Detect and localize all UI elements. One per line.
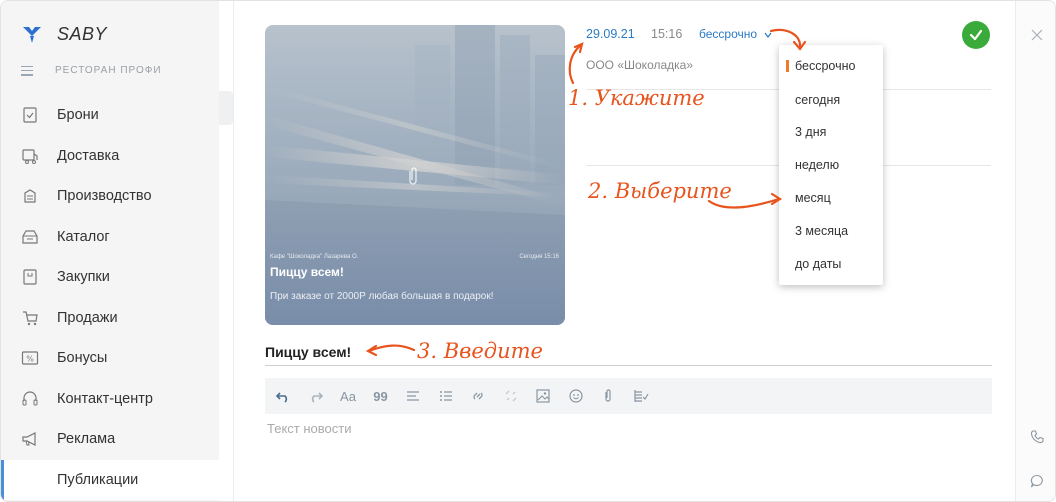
reservation-icon [21, 106, 39, 124]
sales-icon [21, 309, 39, 327]
sidebar-item-catalog[interactable]: Каталог [1, 217, 219, 258]
close-icon[interactable] [1025, 23, 1049, 47]
sidebar-item-label: Доставка [57, 147, 120, 164]
image-icon[interactable] [531, 384, 555, 408]
arrow-step-1 [568, 43, 583, 85]
news-title-input[interactable]: Пиццу всем! [265, 344, 351, 360]
chat-icon[interactable] [1025, 469, 1049, 493]
sidebar-item-reservations[interactable]: Брони [1, 95, 219, 136]
sidebar-item-delivery[interactable]: Доставка [1, 136, 219, 177]
contact-center-icon [21, 390, 39, 408]
annotation-step-1: 1. Укажите [568, 86, 705, 110]
sidebar-item-label: Закупки [57, 269, 110, 286]
sidebar-item-label: Публикации [57, 471, 139, 488]
term-dropdown: бессрочно сегодня 3 дня неделю месяц 3 м… [779, 45, 883, 285]
sidebar-item-label: Бонусы [57, 350, 108, 367]
sidebar-item-publications[interactable]: Публикации [1, 459, 219, 500]
production-icon [21, 187, 39, 205]
card-time: Сегодня 15:16 [519, 254, 559, 260]
editor-toolbar: Aa 99 [265, 378, 992, 414]
term-option[interactable]: до даты [779, 249, 883, 279]
term-option[interactable]: 3 дня [779, 117, 883, 147]
term-selector[interactable]: бессрочно [699, 27, 757, 41]
align-icon[interactable] [401, 384, 425, 408]
right-rail [1015, 1, 1055, 501]
sidebar-item-label: Каталог [57, 228, 110, 245]
svg-text:%: % [26, 355, 34, 364]
term-option[interactable]: месяц [779, 183, 883, 213]
sidebar-nav: Брони Доставка Производство Каталог Заку… [1, 95, 219, 500]
card-meta: Кафе "Шоколадка" Лазарева О. Сегодня 15:… [270, 254, 559, 260]
title-underline [265, 365, 992, 366]
arrow-step-3-head [365, 344, 378, 357]
font-size-button[interactable]: Aa [336, 384, 360, 408]
saby-logo-icon [23, 27, 41, 43]
attachment-icon[interactable] [596, 384, 620, 408]
publish-button[interactable] [962, 21, 990, 49]
checkmark-icon [969, 29, 983, 41]
sidebar-item-contact-center[interactable]: Контакт-центр [1, 379, 219, 420]
phone-icon[interactable] [1025, 425, 1049, 449]
list-icon[interactable] [434, 384, 458, 408]
purchases-icon [21, 268, 39, 286]
panel-tab [219, 91, 233, 125]
term-option[interactable]: неделю [779, 150, 883, 180]
arrow-step-1-head [573, 42, 584, 54]
sidebar-item-purchases[interactable]: Закупки [1, 257, 219, 298]
chevron-down-icon[interactable] [764, 31, 772, 39]
app-name: SABY [57, 23, 108, 44]
app-window: SABY РЕСТОРАН ПРОФИ Брони Доставка Произ… [0, 0, 1056, 502]
annotation-step-2: 2. Выберите [588, 179, 732, 203]
annotation-step-3: 3. Введите [417, 339, 543, 363]
card-text: При заказе от 2000Р любая большая в пода… [270, 291, 494, 302]
quote-button[interactable]: 99 [369, 384, 393, 408]
sidebar-item-production[interactable]: Производство [1, 176, 219, 217]
card-title: Пиццу всем! [270, 265, 344, 279]
delivery-icon [21, 147, 39, 165]
term-option[interactable]: бессрочно [779, 51, 883, 81]
bonus-icon: % [21, 349, 39, 367]
publish-date[interactable]: 29.09.21 [586, 27, 635, 41]
undo-icon[interactable] [271, 384, 295, 408]
company-name: ООО «Шоколадка» [586, 58, 694, 72]
sidebar-item-label: Реклама [57, 431, 116, 448]
sidebar-item-bonus[interactable]: % Бонусы [1, 338, 219, 379]
catalog-icon [21, 228, 39, 246]
card-author: Кафе "Шоколадка" Лазарева О. [270, 254, 359, 260]
sidebar-item-sales[interactable]: Продажи [1, 298, 219, 339]
sidebar: SABY РЕСТОРАН ПРОФИ Брони Доставка Произ… [1, 1, 219, 501]
sidebar-item-label: Производство [57, 188, 152, 205]
publish-time[interactable]: 15:16 [651, 27, 682, 41]
arrow-step-3 [367, 344, 416, 353]
redo-icon[interactable] [304, 384, 328, 408]
advertising-icon [21, 430, 39, 448]
org-name: РЕСТОРАН ПРОФИ [55, 65, 162, 76]
unlink-icon[interactable] [499, 384, 523, 408]
org-switcher[interactable]: РЕСТОРАН ПРОФИ [21, 65, 162, 76]
menu-icon[interactable] [21, 65, 33, 76]
checklist-icon[interactable] [629, 384, 653, 408]
term-option[interactable]: сегодня [779, 85, 883, 115]
logo[interactable]: SABY [21, 23, 107, 45]
sidebar-item-label: Продажи [57, 309, 118, 326]
divider [233, 1, 234, 501]
news-text-input[interactable]: Текст новости [267, 421, 351, 436]
sidebar-item-label: Брони [57, 107, 99, 124]
link-icon[interactable] [466, 384, 490, 408]
sidebar-item-advertising[interactable]: Реклама [1, 419, 219, 460]
sidebar-item-label: Контакт-центр [57, 390, 153, 407]
emoji-icon[interactable] [564, 384, 588, 408]
term-option[interactable]: 3 месяца [779, 216, 883, 246]
paperclip-icon [409, 167, 417, 185]
